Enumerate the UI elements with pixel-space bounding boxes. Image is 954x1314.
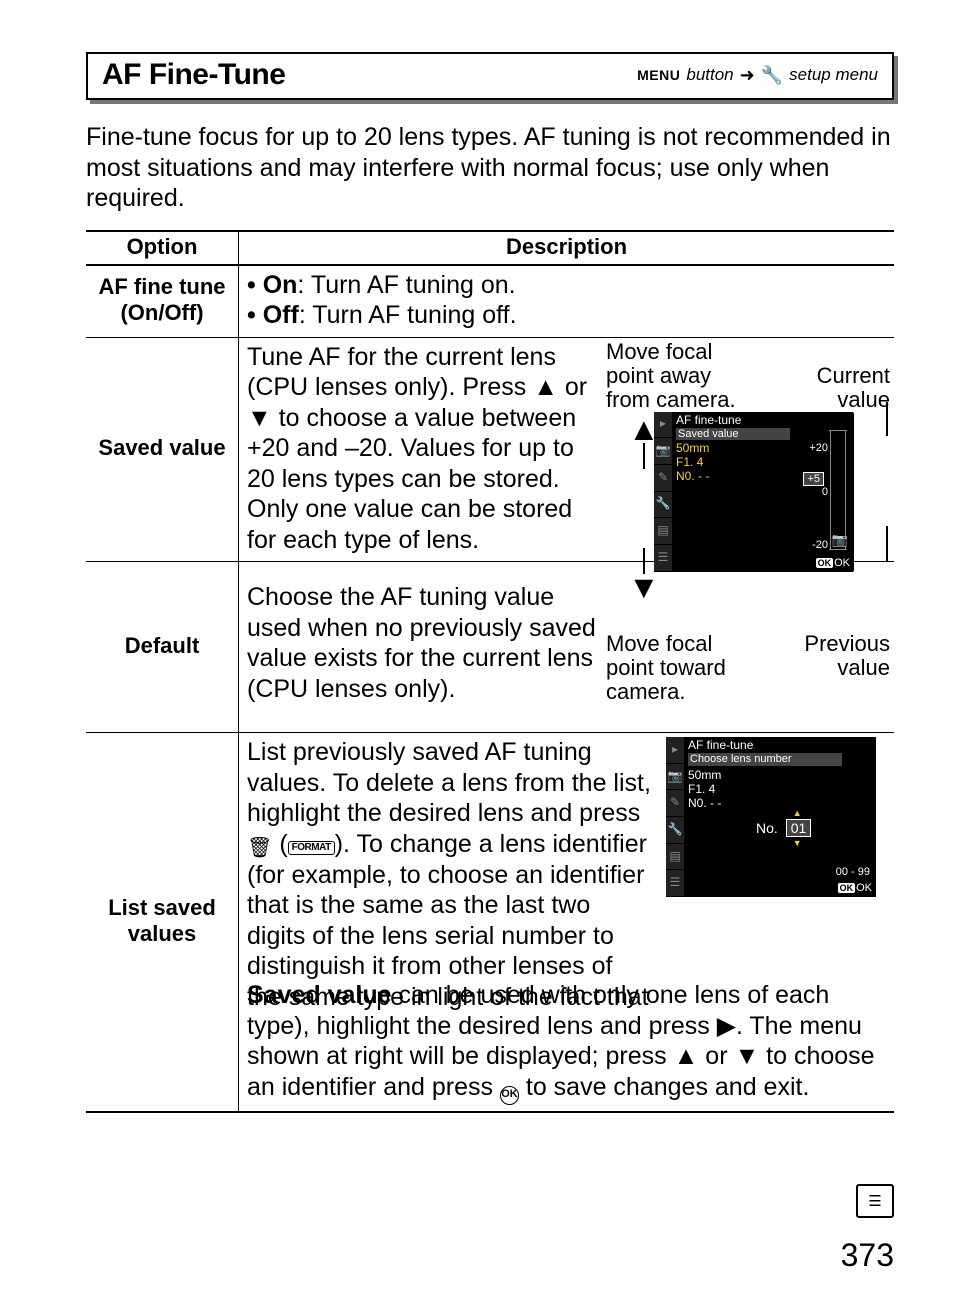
default-diagram-lower: ▼ Move focal point toward camera. Previo…: [606, 566, 886, 726]
lcd-sub: Saved value: [676, 428, 790, 441]
row-desc-saved-value: Tune AF for the current lens (CPU lenses…: [239, 337, 895, 562]
annot-previous-value: Previous value: [780, 632, 890, 680]
lcd-title: AF fine-tune: [676, 414, 741, 428]
lcd2-ok: OKOK: [838, 882, 872, 895]
lcd-zero: 0: [822, 486, 828, 499]
lcd2-lens-no: N0. - -: [688, 797, 721, 811]
saved-value-text: Tune AF for the current lens (CPU lenses…: [247, 342, 596, 556]
format-button-icon: FORMAT: [288, 841, 335, 855]
row-list-saved: List saved values List previously saved …: [86, 733, 894, 1112]
row-head-default: Default: [86, 562, 239, 733]
leader-line-bottom: [886, 526, 888, 562]
row-desc-af-on-off: On: Turn AF tuning on. Off: Turn AF tuni…: [239, 265, 895, 338]
lcd2-no: No. 01: [756, 819, 811, 837]
off-text: : Turn AF tuning off.: [299, 301, 517, 329]
lcd-minus20: -20: [812, 539, 828, 552]
ls-t4: to save changes and exit.: [519, 1073, 809, 1101]
button-word: button: [686, 65, 733, 85]
default-text: Choose the AF tuning value used when no …: [247, 566, 596, 726]
menu-button-label: MENU: [637, 67, 680, 83]
list-saved-diagram: ▸📷✎🔧▤☰ AF fine-tune Choose lens number 5…: [666, 737, 886, 897]
lcd2-range: 00 - 99: [836, 866, 870, 879]
lcd2-lens-f: F1. 4: [688, 783, 715, 797]
ls-t1: List previously saved AF tuning values. …: [247, 738, 651, 827]
lcd-plus20: +20: [809, 442, 828, 455]
lcd2-sub: Choose lens number: [688, 753, 842, 766]
saved-value-diagram: Move focal point away from camera. Curre…: [606, 342, 886, 512]
ok-circle-icon: OK: [500, 1086, 519, 1105]
leader-line-top: [886, 402, 888, 436]
row-saved-value: Saved value Tune AF for the current lens…: [86, 337, 894, 562]
section-title: AF Fine-Tune: [102, 58, 637, 92]
arrow-down-icon: ▼: [628, 548, 660, 607]
th-option: Option: [86, 231, 239, 265]
row-head-list-saved: List saved values: [86, 733, 239, 1112]
camera-lcd-saved-value: ▸📷✎🔧▤☰ AF fine-tune Saved value 50mm F1.…: [654, 412, 854, 572]
lcd2-lens-mm: 50mm: [688, 769, 721, 783]
th-description: Description: [239, 231, 895, 265]
lcd-lens-f: F1. 4: [676, 456, 703, 470]
page-number: 373: [841, 1237, 894, 1274]
lcd2-no-value: 01: [786, 819, 812, 837]
trash-icon: 🗑: [247, 836, 272, 860]
on-label: On: [263, 271, 298, 299]
arrow-icon: ➜: [740, 65, 755, 86]
setup-menu-tab-icon: ☰: [856, 1184, 894, 1218]
annot-move-toward: Move focal point toward camera.: [606, 632, 756, 705]
list-saved-text-upper: List previously saved AF tuning values. …: [247, 737, 654, 1012]
off-label: Off: [263, 301, 299, 329]
lcd-camera-mark-icon: 📷: [832, 533, 848, 548]
on-text: : Turn AF tuning on.: [297, 271, 515, 299]
lcd2-no-label: No.: [756, 820, 778, 836]
row-head-saved-value: Saved value: [86, 337, 239, 562]
lcd-lens-mm: 50mm: [676, 442, 709, 456]
list-saved-text-lower: Saved value can be used with only one le…: [247, 980, 886, 1105]
ls-saved-bold: Saved value: [247, 981, 392, 1009]
lcd2-title: AF fine-tune: [688, 739, 753, 753]
intro-paragraph: Fine-tune focus for up to 20 lens types.…: [86, 122, 894, 214]
breadcrumb: MENU button ➜ 🔧 setup menu: [637, 65, 878, 86]
wrench-icon: 🔧: [761, 65, 783, 86]
options-table: Option Description AF fine tune (On/Off)…: [86, 230, 894, 1113]
row-default: Default Choose the AF tuning value used …: [86, 562, 894, 733]
lcd-lens-no: N0. - -: [676, 470, 709, 484]
annot-current-value: Current value: [790, 364, 890, 412]
row-desc-default: Choose the AF tuning value used when no …: [239, 562, 895, 733]
annot-move-away: Move focal point away from camera.: [606, 340, 756, 413]
setup-menu-label: setup menu: [789, 65, 878, 85]
camera-lcd-choose-number: ▸📷✎🔧▤☰ AF fine-tune Choose lens number 5…: [666, 737, 876, 897]
lcd-value-box: +5: [803, 472, 824, 487]
row-head-af-on-off: AF fine tune (On/Off): [86, 265, 239, 338]
row-desc-list-saved: List previously saved AF tuning values. …: [239, 733, 895, 1112]
section-title-bar: AF Fine-Tune MENU button ➜ 🔧 setup menu: [86, 52, 894, 100]
row-af-on-off: AF fine tune (On/Off) On: Turn AF tuning…: [86, 265, 894, 338]
